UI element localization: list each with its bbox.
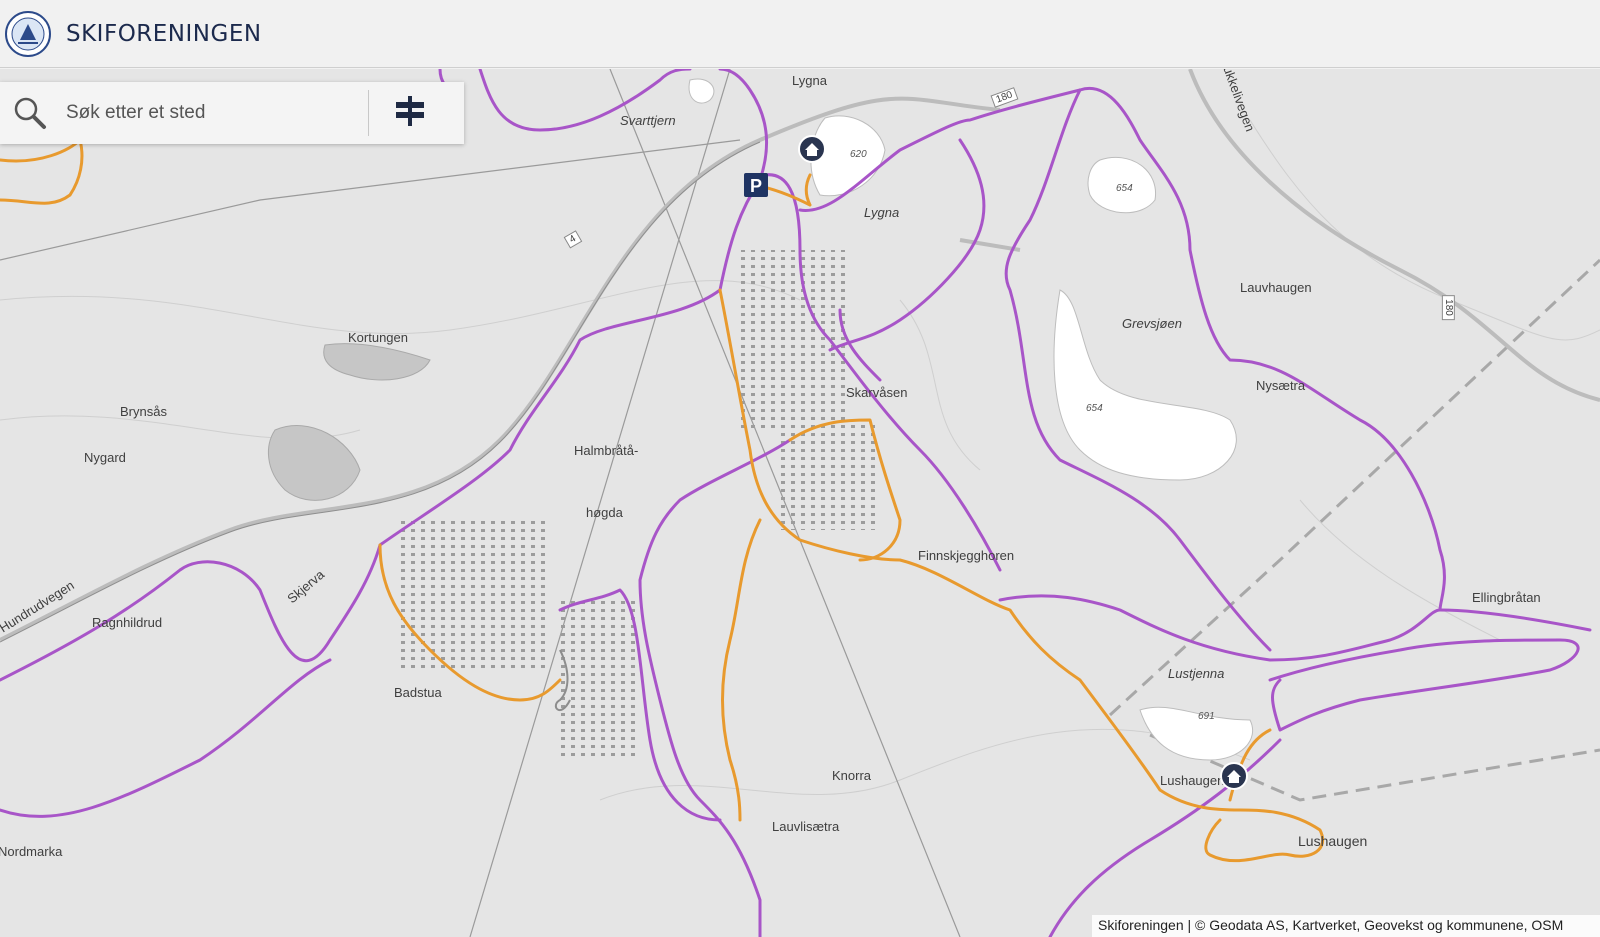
place-label: Knorra [832, 768, 872, 783]
place-label: Nysætra [1256, 378, 1306, 393]
parking-label: P [750, 176, 762, 196]
elevation-label: 654 [1086, 403, 1103, 414]
signpost-icon [394, 94, 426, 133]
place-label: Nygard [84, 450, 126, 465]
place-label: Lauvhaugen [1240, 280, 1312, 295]
place-label: Grevsjøen [1122, 316, 1182, 331]
place-label: Lauvlisætra [772, 819, 840, 834]
place-label: Halmbråtå- [574, 443, 639, 458]
filter-button[interactable] [369, 82, 451, 144]
place-label: Lygna [864, 205, 900, 220]
parking-icon[interactable]: P [744, 173, 768, 202]
place-label: Ellingbråtan [1472, 590, 1541, 605]
place-label: Lushaugen [1160, 773, 1225, 788]
brand-title[interactable]: SKIFORENINGEN [66, 21, 262, 47]
place-label: Brynsås [120, 404, 167, 419]
place-label: Lushaugen [1298, 833, 1368, 849]
place-label: høgda [586, 505, 623, 520]
skiforeningen-logo-icon[interactable] [4, 10, 52, 58]
road-number-badge: 180 [1441, 295, 1455, 320]
elevation-label: 654 [1116, 183, 1133, 194]
cabin-icon[interactable] [1220, 762, 1248, 795]
map-base-layer [0, 69, 1600, 937]
search-panel [0, 82, 464, 144]
place-label: Kortungen [348, 330, 408, 345]
place-label: Lustjenna [1168, 666, 1225, 681]
magnifier-icon [12, 95, 48, 131]
cabin-icon[interactable] [798, 135, 826, 168]
map-canvas[interactable]: Lygna Svarttjern Lygna 620 654 Kortungen… [0, 69, 1600, 937]
place-label: Badstua [394, 685, 442, 700]
search-input[interactable] [64, 92, 368, 134]
place-label: Skarvåsen [846, 385, 908, 400]
map-attribution: Skiforeningen | © Geodata AS, Kartverket… [1092, 915, 1600, 937]
place-label: Nordmarka [0, 844, 63, 859]
elevation-label: 620 [850, 149, 867, 160]
place-label: Ragnhildrud [92, 615, 163, 630]
place-label: Lygna [792, 73, 827, 88]
app-header: SKIFORENINGEN [0, 0, 1600, 68]
place-label: Finnskjegghoren [918, 548, 1015, 563]
app-window: SKIFORENINGEN Lygna Svarttjern Lygna 620… [0, 0, 1600, 937]
place-label: Svarttjern [620, 113, 676, 128]
elevation-label: 691 [1198, 711, 1215, 722]
